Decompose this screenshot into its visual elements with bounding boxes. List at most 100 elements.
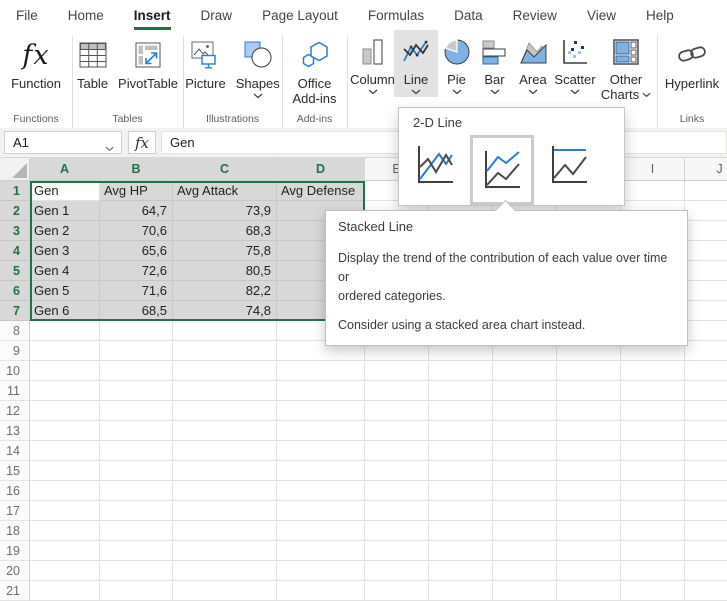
row-header-9[interactable]: 9	[0, 341, 30, 361]
cell-C13[interactable]	[173, 421, 277, 441]
cell-A14[interactable]	[30, 441, 100, 461]
column-header-B[interactable]: B	[100, 158, 173, 181]
cell-F17[interactable]	[429, 501, 493, 521]
cell-G18[interactable]	[493, 521, 557, 541]
cell-A7[interactable]: Gen 6	[30, 301, 100, 321]
cell-J18[interactable]	[685, 521, 727, 541]
cell-A12[interactable]	[30, 401, 100, 421]
cell-B11[interactable]	[100, 381, 173, 401]
cell-J9[interactable]	[685, 341, 727, 361]
cell-A17[interactable]	[30, 501, 100, 521]
cell-A20[interactable]	[30, 561, 100, 581]
cell-A16[interactable]	[30, 481, 100, 501]
cell-A2[interactable]: Gen 1	[30, 201, 100, 221]
cell-I1[interactable]	[621, 181, 685, 201]
cell-E13[interactable]	[365, 421, 429, 441]
cell-J16[interactable]	[685, 481, 727, 501]
cell-G11[interactable]	[493, 381, 557, 401]
cell-E14[interactable]	[365, 441, 429, 461]
cell-I19[interactable]	[621, 541, 685, 561]
cell-G12[interactable]	[493, 401, 557, 421]
cell-J14[interactable]	[685, 441, 727, 461]
cell-C10[interactable]	[173, 361, 277, 381]
cell-I15[interactable]	[621, 461, 685, 481]
cell-J21[interactable]	[685, 581, 727, 601]
function-button[interactable]: fx Function	[6, 32, 66, 91]
row-header-3[interactable]: 3	[0, 221, 30, 241]
cell-A6[interactable]: Gen 5	[30, 281, 100, 301]
cell-B15[interactable]	[100, 461, 173, 481]
cell-I14[interactable]	[621, 441, 685, 461]
cell-D19[interactable]	[277, 541, 365, 561]
cell-F21[interactable]	[429, 581, 493, 601]
cell-B8[interactable]	[100, 321, 173, 341]
table-button[interactable]: Table	[72, 32, 113, 91]
column-header-D[interactable]: D	[277, 158, 365, 181]
cell-A9[interactable]	[30, 341, 100, 361]
cell-C5[interactable]: 80,5	[173, 261, 277, 281]
cell-E10[interactable]	[365, 361, 429, 381]
row-header-8[interactable]: 8	[0, 321, 30, 341]
column-header-A[interactable]: A	[30, 158, 100, 181]
tab-draw[interactable]: Draw	[201, 0, 233, 30]
bar-chart-button[interactable]: Bar	[475, 30, 514, 97]
other-charts-button[interactable]: Other Charts	[598, 30, 654, 102]
name-box[interactable]: A1	[4, 131, 122, 154]
cell-D18[interactable]	[277, 521, 365, 541]
cell-E20[interactable]	[365, 561, 429, 581]
cell-D20[interactable]	[277, 561, 365, 581]
cell-B2[interactable]: 64,7	[100, 201, 173, 221]
column-header-J[interactable]: J	[685, 158, 727, 181]
cell-E17[interactable]	[365, 501, 429, 521]
cell-D15[interactable]	[277, 461, 365, 481]
cell-A1[interactable]: Gen	[30, 181, 100, 201]
cell-B6[interactable]: 71,6	[100, 281, 173, 301]
cell-I18[interactable]	[621, 521, 685, 541]
cell-C15[interactable]	[173, 461, 277, 481]
cell-E11[interactable]	[365, 381, 429, 401]
cell-F12[interactable]	[429, 401, 493, 421]
cell-H12[interactable]	[557, 401, 621, 421]
cell-A13[interactable]	[30, 421, 100, 441]
cell-J1[interactable]	[685, 181, 727, 201]
cell-C6[interactable]: 82,2	[173, 281, 277, 301]
cell-D14[interactable]	[277, 441, 365, 461]
cell-B16[interactable]	[100, 481, 173, 501]
cell-E12[interactable]	[365, 401, 429, 421]
cell-H14[interactable]	[557, 441, 621, 461]
cell-E16[interactable]	[365, 481, 429, 501]
cell-A21[interactable]	[30, 581, 100, 601]
column-header-I[interactable]: I	[621, 158, 685, 181]
cell-D10[interactable]	[277, 361, 365, 381]
cell-G17[interactable]	[493, 501, 557, 521]
cell-D13[interactable]	[277, 421, 365, 441]
cell-C16[interactable]	[173, 481, 277, 501]
cell-G19[interactable]	[493, 541, 557, 561]
cell-B14[interactable]	[100, 441, 173, 461]
cell-A10[interactable]	[30, 361, 100, 381]
row-header-19[interactable]: 19	[0, 541, 30, 561]
cell-J4[interactable]	[685, 241, 727, 261]
cell-C11[interactable]	[173, 381, 277, 401]
cell-C1[interactable]: Avg Attack	[173, 181, 277, 201]
cell-J5[interactable]	[685, 261, 727, 281]
cell-B1[interactable]: Avg HP	[100, 181, 173, 201]
cell-A11[interactable]	[30, 381, 100, 401]
cell-B21[interactable]	[100, 581, 173, 601]
line-thumbnail[interactable]	[409, 136, 461, 194]
row-header-4[interactable]: 4	[0, 241, 30, 261]
cell-I17[interactable]	[621, 501, 685, 521]
row-header-10[interactable]: 10	[0, 361, 30, 381]
tab-home[interactable]: Home	[68, 0, 104, 30]
cell-G16[interactable]	[493, 481, 557, 501]
hyperlink-button[interactable]: Hyperlink	[660, 32, 724, 91]
cell-H13[interactable]	[557, 421, 621, 441]
cell-D11[interactable]	[277, 381, 365, 401]
area-chart-button[interactable]: Area	[514, 30, 552, 97]
cell-F14[interactable]	[429, 441, 493, 461]
cell-H21[interactable]	[557, 581, 621, 601]
cell-B20[interactable]	[100, 561, 173, 581]
cell-J10[interactable]	[685, 361, 727, 381]
cell-C17[interactable]	[173, 501, 277, 521]
cell-B7[interactable]: 68,5	[100, 301, 173, 321]
